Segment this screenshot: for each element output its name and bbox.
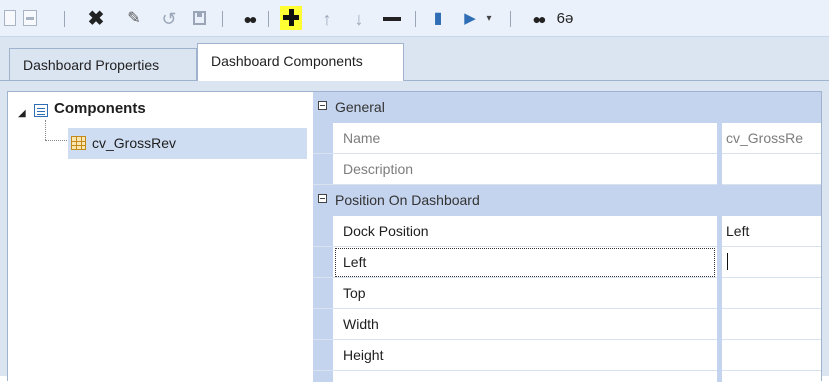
undo-icon[interactable]: ↺ <box>159 7 179 31</box>
toolbar-separator <box>64 11 65 27</box>
text-caret <box>727 253 728 270</box>
property-value: cv_GrossRe <box>726 130 804 146</box>
property-grid: General Name cv_GrossRe Description Posi… <box>313 92 821 382</box>
property-row-height[interactable]: Height <box>313 340 821 371</box>
property-row-description[interactable]: Description <box>313 154 821 185</box>
collapse-box-icon[interactable] <box>318 194 327 203</box>
property-name: Description <box>343 161 414 177</box>
export-icon[interactable]: ▶ <box>458 7 482 31</box>
glasses-icon[interactable]: 6ə <box>555 7 575 31</box>
property-row-top[interactable]: Top <box>313 278 821 309</box>
tree-root-label[interactable]: Components <box>54 100 146 117</box>
tab-dashboard-components[interactable]: Dashboard Components <box>197 43 404 81</box>
property-row-dock-position[interactable]: Dock Position Left <box>313 216 821 247</box>
tree-connector <box>45 140 69 141</box>
category-label: General <box>335 99 385 115</box>
property-name: Height <box>343 347 384 363</box>
tab-content: ◢ Components cv_GrossRev General Name cv… <box>0 81 829 382</box>
property-row-name[interactable]: Name cv_GrossRe <box>313 123 821 154</box>
toolbar-separator <box>222 11 223 27</box>
save-icon[interactable] <box>190 7 212 31</box>
property-value[interactable]: Left <box>726 223 818 239</box>
toolbar-separator <box>268 11 269 27</box>
property-name: Top <box>343 285 366 301</box>
document-icon[interactable] <box>22 7 38 31</box>
tree-item-label: cv_GrossRev <box>92 135 177 151</box>
move-up-icon[interactable]: ↑ <box>317 7 337 31</box>
category-label: Position On Dashboard <box>335 192 480 208</box>
category-row-position[interactable]: Position On Dashboard <box>313 185 821 216</box>
tab-strip: Dashboard Properties Dashboard Component… <box>0 37 829 82</box>
property-name: Width <box>343 316 379 332</box>
property-name: Left <box>343 254 367 270</box>
property-row-width[interactable]: Width <box>313 309 821 340</box>
tree-item-cv-grossrev[interactable]: cv_GrossRev <box>68 128 307 159</box>
find-replace-icon[interactable]: ●● <box>527 7 549 31</box>
collapse-box-icon[interactable] <box>318 101 327 110</box>
import-icon[interactable]: ▮ <box>428 7 448 31</box>
new-icon[interactable] <box>4 7 16 31</box>
add-icon[interactable] <box>280 6 302 30</box>
property-name: Name <box>343 130 381 146</box>
move-down-icon[interactable]: ↓ <box>349 7 369 31</box>
delete-icon[interactable]: ✖ <box>87 7 105 31</box>
components-tree: ◢ Components cv_GrossRev <box>8 92 320 382</box>
toolbar: ✖ ✎ ↺ ●● ↑ ↓ ▮ ▶ ▾ ●● 6ə <box>0 0 829 37</box>
property-row-left[interactable]: Left <box>313 247 821 278</box>
toolbar-separator <box>415 11 416 27</box>
binoculars-icon[interactable]: ●● <box>237 7 261 31</box>
category-row-general[interactable]: General <box>313 92 821 123</box>
dropdown-arrow-icon[interactable]: ▾ <box>483 7 495 31</box>
components-panel: ◢ Components cv_GrossRev General Name cv… <box>7 91 822 382</box>
tree-connector <box>45 120 46 140</box>
tab-dashboard-properties[interactable]: Dashboard Properties <box>9 48 197 80</box>
edit-icon[interactable]: ✎ <box>124 7 144 31</box>
grid-icon <box>71 136 86 150</box>
collapse-triangle-icon[interactable]: ◢ <box>18 108 26 119</box>
grid-value-separator[interactable] <box>717 92 722 382</box>
focus-rectangle <box>335 248 715 277</box>
property-name: Dock Position <box>343 223 429 239</box>
remove-icon[interactable] <box>381 7 403 31</box>
list-icon <box>34 104 48 117</box>
toolbar-separator <box>510 11 511 27</box>
